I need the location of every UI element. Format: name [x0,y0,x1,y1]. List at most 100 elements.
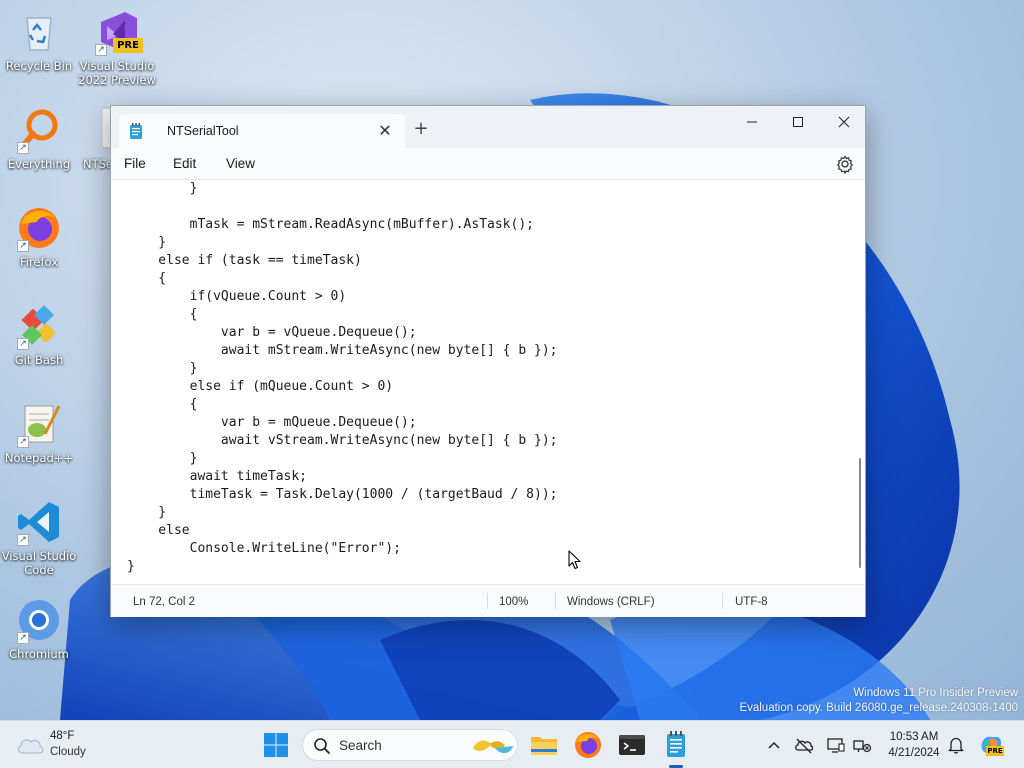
desktop-icon-label: Firefox [19,255,59,269]
code-line: if(vQueue.Count > 0) [127,289,347,304]
weather-condition: Cloudy [50,746,86,758]
firefox-taskbar-icon[interactable] [572,729,604,761]
chromium-icon: ↗ [15,596,63,644]
recycle-bin-icon [15,8,63,56]
cloud-icon [18,739,44,754]
desktop-icon-recycle-bin[interactable]: Recycle Bin [0,8,78,73]
code-line: } [127,181,198,196]
status-cursor-position: Ln 72, Col 2 [133,596,196,608]
code-line: else [127,523,190,538]
desktop-icon-label: Everything [7,157,71,171]
copilot-button[interactable]: PRE [978,733,1004,757]
taskbar: 48°F Cloudy Search 10:53 AM 4/21/2024 PR… [0,720,1024,768]
windows-start-icon[interactable] [262,731,290,759]
new-tab-button[interactable]: + [411,119,431,139]
display-icon[interactable] [826,735,846,755]
shortcut-arrow-icon: ↗ [17,632,29,644]
mouse-pointer-icon [568,550,581,570]
status-line-endings: Windows (CRLF) [567,596,655,608]
search-placeholder: Search [339,738,382,753]
code-line: } [127,505,167,520]
desktop-icon-firefox[interactable]: ↗ Firefox [0,204,78,269]
code-line: await vStream.WriteAsync(new byte[] { b … [127,433,558,448]
code-line: await timeTask; [127,469,308,484]
desktop-icon-chromium[interactable]: ↗ Chromium [0,596,78,661]
taskbar-search-box[interactable]: Search [302,729,518,761]
code-line: var b = mQueue.Dequeue(); [127,415,417,430]
maximize-button[interactable] [775,106,821,136]
desktop-icon-everything[interactable]: ↗ Everything [0,106,78,171]
preview-badge: PRE [113,38,143,53]
close-tab-icon[interactable]: ✕ [375,121,395,141]
search-highlight-icon [473,740,513,754]
divider [722,593,723,609]
code-line: } [127,235,167,250]
code-line: timeTask = Task.Delay(1000 / (targetBaud… [127,487,558,502]
evaluation-watermark: Windows 11 Pro Insider Preview Evaluatio… [739,686,1018,716]
desktop-icon-label: Visual Studio Code [1,549,77,577]
divider [555,593,556,609]
watermark-line-2: Evaluation copy. Build 26080.ge_release.… [739,702,1018,714]
shortcut-arrow-icon: ↗ [95,44,107,56]
tab-title: NTSerialTool [167,124,239,138]
menu-edit[interactable]: Edit [173,156,196,171]
system-clock[interactable]: 10:53 AM 4/21/2024 [884,729,944,761]
code-line: Console.WriteLine("Error"); [127,541,401,556]
desktop-icon-label: NTSe [83,157,114,171]
desktop-icon-label: Recycle Bin [5,59,73,73]
code-line: } [127,451,198,466]
shortcut-arrow-icon: ↗ [17,436,29,448]
status-bar: Ln 72, Col 2 100% Windows (CRLF) UTF-8 [111,584,865,617]
code-content: } mTask = mStream.ReadAsync(mBuffer).AsT… [127,180,557,576]
desktop-icon-notepad-plus-plus[interactable]: ↗ Notepad++ [0,400,78,465]
desktop-icon-ntserial[interactable]: NTSe [74,106,114,171]
code-line: { [127,271,167,286]
code-line: await mStream.WriteAsync(new byte[] { b … [127,343,558,358]
shortcut-arrow-icon: ↗ [17,534,29,546]
desktop-icon-label: Visual Studio 2022 Preview [78,59,156,87]
desktop-icon-visual-studio-code[interactable]: ↗ Visual Studio Code [0,498,78,577]
desktop-icon-label: Chromium [9,647,69,661]
shortcut-arrow-icon: ↗ [17,240,29,252]
status-encoding: UTF-8 [735,596,768,608]
notepad-icon [130,123,142,139]
file-explorer-icon[interactable] [528,729,560,761]
code-line: var b = vQueue.Dequeue(); [127,325,417,340]
vertical-scrollbar[interactable] [859,458,861,568]
text-editor[interactable]: } mTask = mStream.ReadAsync(mBuffer).AsT… [111,180,865,584]
minimize-button[interactable] [729,106,775,136]
terminal-icon[interactable] [616,729,648,761]
clock-date: 4/21/2024 [888,747,940,759]
menu-file[interactable]: File [124,156,146,171]
notepad-taskbar-icon[interactable] [660,729,692,761]
settings-gear-icon[interactable] [835,154,855,174]
visual-studio-icon: PRE ↗ [93,8,143,56]
onedrive-offline-icon[interactable] [794,735,814,755]
preview-badge: PRE [986,746,1004,756]
minimize-icon [747,121,757,122]
shortcut-arrow-icon: ↗ [17,142,29,154]
status-zoom: 100% [499,596,529,608]
code-line: else if (mQueue.Count > 0) [127,379,394,394]
clock-time: 10:53 AM [889,731,939,743]
notification-bell-icon[interactable] [946,735,966,755]
search-icon [314,738,330,754]
weather-widget[interactable]: 48°F Cloudy [16,729,106,761]
desktop-icon-git-bash[interactable]: ↗ Git Bash [0,302,78,367]
desktop-icon-visual-studio-2022-preview[interactable]: PRE ↗ Visual Studio 2022 Preview [78,8,156,87]
tab-ntserialtool[interactable]: NTSerialTool ✕ [119,114,405,148]
divider [487,593,488,609]
title-bar[interactable]: NTSerialTool ✕ + [111,106,865,148]
notepad-window[interactable]: NTSerialTool ✕ + File Edit View } mTask … [110,105,866,617]
notepad-plus-plus-icon: ↗ [15,400,63,448]
network-disconnected-icon[interactable] [852,735,872,755]
desktop-icon-label: Git Bash [14,353,64,367]
code-line: { [127,397,198,412]
chevron-up-icon[interactable] [764,735,784,755]
weather-temperature: 48°F [50,730,75,742]
close-window-button[interactable] [821,106,867,136]
code-line: } [127,361,198,376]
menu-bar: File Edit View [111,148,865,180]
menu-view[interactable]: View [226,156,255,171]
